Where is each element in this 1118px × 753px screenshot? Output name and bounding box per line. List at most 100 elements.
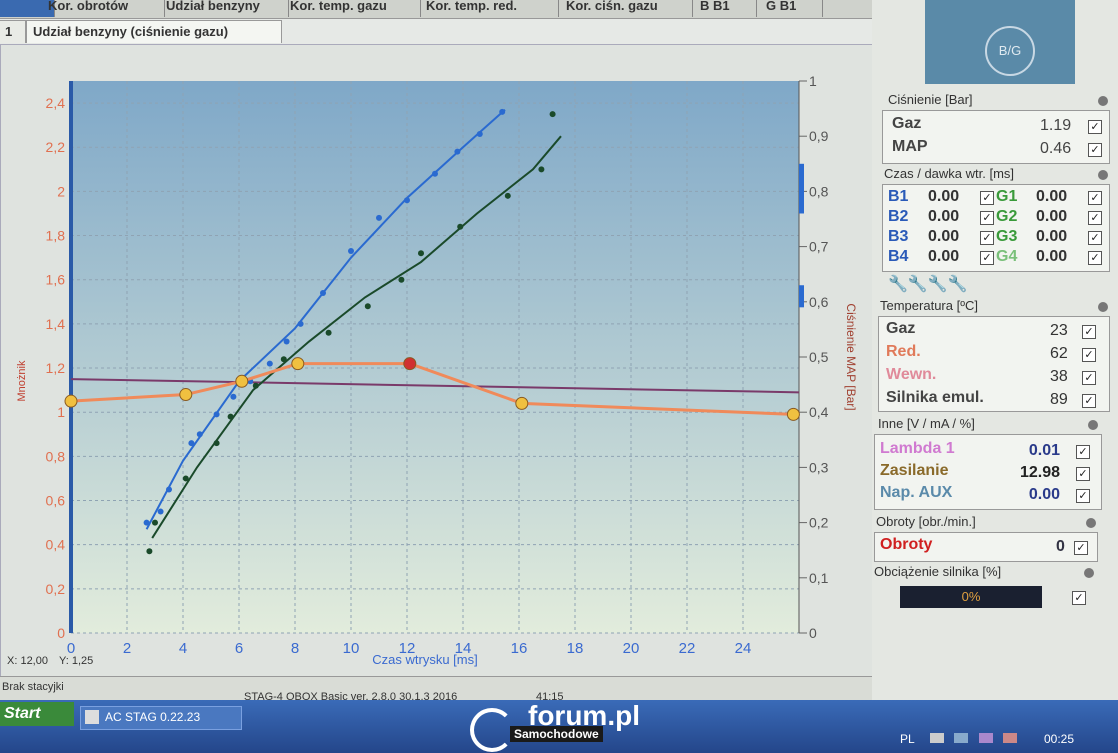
gas-pressure-checkbox[interactable]: ✓	[1088, 120, 1102, 134]
blue-data-point	[404, 197, 410, 204]
y-tick-label: 1,4	[46, 316, 66, 332]
temp-checkbox-3[interactable]: ✓	[1082, 394, 1096, 408]
y-tick-label: 0	[57, 625, 65, 641]
blue-data-point	[157, 508, 164, 515]
temp-value-3: 89	[1050, 391, 1068, 408]
rpm-collapse-icon[interactable]	[1086, 518, 1096, 528]
other-collapse-icon[interactable]	[1088, 420, 1098, 430]
bank-b3-checkbox[interactable]: ✓	[980, 231, 994, 245]
multiplier-handle[interactable]	[235, 374, 249, 388]
y2-tick-label: 0,5	[809, 349, 829, 365]
temp-label-3: Silnika emul.	[886, 389, 984, 406]
language-indicator[interactable]: PL	[900, 732, 915, 746]
taskbar-app-button[interactable]: AC STAG 0.22.23	[80, 706, 242, 730]
bank-g4-checkbox[interactable]: ✓	[1088, 251, 1102, 265]
green-data-point	[252, 382, 259, 389]
bank-b2-checkbox[interactable]: ✓	[980, 211, 994, 225]
other-value-1: 12.98	[1019, 464, 1060, 481]
load-value: 0%	[961, 589, 981, 604]
temperature-section-title: Temperatura [ºC]	[880, 298, 978, 313]
tray-icon-app[interactable]	[978, 733, 993, 743]
blue-data-point	[283, 338, 290, 345]
rpm-checkbox[interactable]: ✓	[1074, 541, 1088, 555]
multiplier-handle[interactable]	[403, 357, 417, 371]
plot-area	[71, 81, 799, 633]
ignition-status: Brak stacyjki	[2, 681, 64, 693]
bank-b1-checkbox[interactable]: ✓	[980, 191, 994, 205]
multiplier-handle[interactable]	[179, 388, 193, 402]
blue-data-point	[348, 248, 354, 255]
map-checkbox[interactable]: ✓	[1088, 143, 1102, 157]
bank-g3-checkbox[interactable]: ✓	[1088, 231, 1102, 245]
tab-reducer-temp-correction[interactable]: Kor. temp. red.	[420, 0, 559, 17]
temperature-collapse-icon[interactable]	[1098, 302, 1108, 312]
temp-checkbox-2[interactable]: ✓	[1082, 371, 1096, 385]
blue-data-point	[196, 431, 203, 438]
tray-icon-network[interactable]	[930, 733, 944, 743]
injection-collapse-icon[interactable]	[1098, 170, 1108, 180]
tray-icon-volume[interactable]	[954, 733, 969, 743]
temp-checkbox-1[interactable]: ✓	[1082, 348, 1096, 362]
green-data-point	[398, 276, 405, 283]
bank-g3-value: 0.00	[1036, 228, 1068, 245]
bank-g4-label: G4	[996, 248, 1018, 265]
tab-petrol-share[interactable]: Udział benzyny	[160, 0, 289, 17]
blue-data-point	[320, 289, 326, 296]
y-tick-label: 2	[57, 183, 65, 199]
other-checkbox-2[interactable]: ✓	[1076, 489, 1090, 503]
bank-b2-label: B2	[888, 208, 909, 225]
bank-b4-value: 0.00	[928, 248, 960, 265]
tab-g-b1[interactable]: G B1	[760, 0, 823, 17]
y2-tick-label: 0,7	[809, 239, 829, 255]
logo-badge: B/G	[985, 26, 1035, 76]
x-tick-label: 8	[291, 640, 299, 657]
bank-g2-checkbox[interactable]: ✓	[1088, 211, 1102, 225]
tab-gas-temp-correction[interactable]: Kor. temp. gazu	[284, 0, 421, 17]
tab-gas-pressure-correction[interactable]: Kor. ciśn. gazu	[560, 0, 693, 17]
rpm-section-title: Obroty [obr./min.]	[876, 514, 976, 529]
x-tick-label: 22	[679, 640, 696, 657]
taskbar-app-label: AC STAG 0.22.23	[105, 710, 201, 724]
x-tick-label: 10	[343, 640, 360, 657]
subtab-petrol-share-gas-pressure[interactable]: Udział benzyny (ciśnienie gazu)	[26, 20, 282, 43]
load-collapse-icon[interactable]	[1084, 568, 1094, 578]
other-checkbox-1[interactable]: ✓	[1076, 467, 1090, 481]
other-checkbox-0[interactable]: ✓	[1076, 445, 1090, 459]
map-range-marker-lower	[799, 285, 804, 308]
y2-tick-label: 1	[809, 73, 817, 89]
green-data-point	[457, 223, 464, 230]
pressure-collapse-icon[interactable]	[1098, 96, 1108, 106]
tray-icon-security[interactable]	[1003, 733, 1018, 743]
load-checkbox[interactable]: ✓	[1072, 591, 1086, 605]
blue-data-point	[499, 108, 506, 115]
bank-b4-checkbox[interactable]: ✓	[980, 251, 994, 265]
bank-g1-checkbox[interactable]: ✓	[1088, 191, 1102, 205]
subtab-1[interactable]: 1	[0, 20, 26, 43]
y-tick-label: 0,4	[46, 537, 66, 553]
multiplier-handle[interactable]	[515, 396, 529, 410]
other-value-0: 0.01	[1028, 442, 1060, 459]
green-data-point	[146, 548, 153, 555]
multiplier-handle[interactable]	[291, 357, 305, 371]
injection-section-title: Czas / dawka wtr. [ms]	[884, 166, 1015, 181]
start-button[interactable]: Start	[0, 702, 74, 726]
tab-b-b1[interactable]: B B1	[694, 0, 757, 17]
chart-panel: 0 2 4 6 8 10 12 14 16 18 20 22 24 0 0,2 0,4 0,6 0,8 1 1,2 1,…	[0, 44, 874, 678]
injector-icons: 🔧🔧🔧🔧	[888, 276, 968, 293]
multiplier-chart[interactable]: 0 2 4 6 8 10 12 14 16 18 20 22 2400,20,40,60,811,21,…	[1, 45, 873, 677]
other-label-0: Lambda 1	[880, 440, 955, 457]
blue-data-point	[188, 440, 195, 447]
multiplier-handle[interactable]	[64, 394, 78, 408]
app-icon	[85, 710, 99, 724]
tab-rpm-correction[interactable]: Kor. obrotów	[42, 0, 165, 17]
green-data-point	[364, 303, 371, 310]
brand-logo: B/G	[925, 0, 1075, 84]
multiplier-handle[interactable]	[786, 407, 800, 421]
gas-pressure-value: 1.19	[1040, 117, 1072, 134]
y-tick-label: 1,8	[46, 228, 66, 244]
pressure-section-title: Ciśnienie [Bar]	[888, 92, 973, 107]
bank-b1-value: 0.00	[928, 188, 960, 205]
green-data-point	[418, 250, 424, 257]
bank-g4-value: 0.00	[1036, 248, 1068, 265]
temp-checkbox-0[interactable]: ✓	[1082, 325, 1096, 339]
